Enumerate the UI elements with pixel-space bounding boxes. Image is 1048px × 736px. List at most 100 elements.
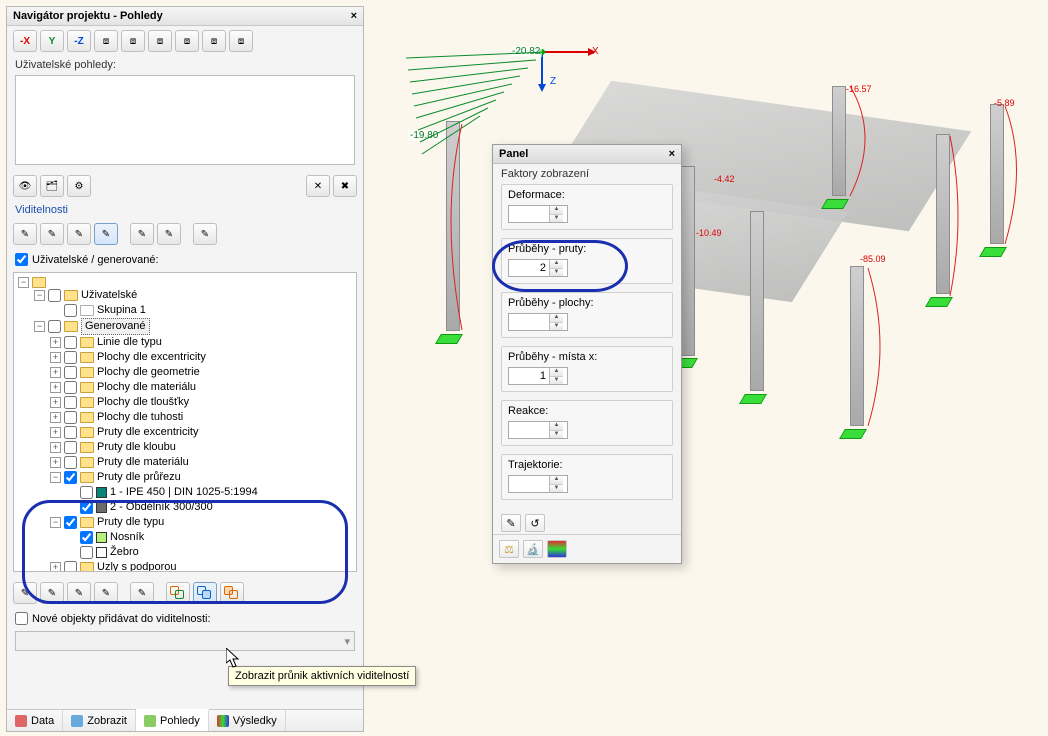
vis-tool-3[interactable]: ✎ [67, 223, 91, 245]
tree-label[interactable]: 1 - IPE 450 | DIN 1025-5:1994 [110, 485, 258, 500]
tree-checkbox[interactable] [64, 396, 77, 409]
expander-icon[interactable]: + [50, 457, 61, 468]
tree-checkbox[interactable] [64, 381, 77, 394]
expander-icon[interactable]: + [50, 352, 61, 363]
panel-close-icon[interactable]: × [669, 148, 675, 160]
view-btn-7[interactable]: ⧈ [175, 30, 199, 52]
tree-checkbox[interactable] [80, 486, 93, 499]
spin-up-icon[interactable]: ▲ [550, 476, 563, 485]
bottom-tool-union[interactable] [166, 582, 190, 604]
spin-up-icon[interactable]: ▲ [550, 368, 563, 377]
tree-label[interactable]: Skupina 1 [97, 303, 146, 318]
tree-label[interactable]: Generované [81, 318, 150, 335]
tab-pohledy[interactable]: Pohledy [136, 709, 209, 731]
expander-icon[interactable]: + [50, 442, 61, 453]
spin-down-icon[interactable]: ▼ [550, 215, 563, 223]
trajektorie-spinner[interactable]: ▲▼ [508, 475, 568, 493]
expander-icon[interactable]: − [34, 321, 45, 332]
view-btn-6[interactable]: ⧈ [148, 30, 172, 52]
userview-tool-deleteall[interactable]: ✖ [333, 175, 357, 197]
view-btn-5[interactable]: ⧈ [121, 30, 145, 52]
view-btn-9[interactable]: ⧈ [229, 30, 253, 52]
bottom-tool-5[interactable]: ✎ [130, 582, 154, 604]
spin-up-icon[interactable]: ▲ [550, 206, 563, 215]
tree-checkbox[interactable] [64, 456, 77, 469]
visibility-combo[interactable]: ▾ [15, 631, 355, 651]
vis-tool-1[interactable]: ✎ [13, 223, 37, 245]
tree-label[interactable]: Pruty dle materiálu [97, 455, 189, 470]
user-views-list[interactable] [15, 75, 355, 165]
tree-label[interactable]: Pruty dle excentricity [97, 425, 198, 440]
bottom-tool-intersect[interactable] [193, 582, 217, 604]
spin-up-icon[interactable]: ▲ [550, 314, 563, 323]
tree-label[interactable]: Uživatelské [81, 288, 137, 303]
expander-icon[interactable]: + [50, 382, 61, 393]
prubehy-mista-input[interactable] [509, 368, 549, 384]
tree-label[interactable]: Plochy dle excentricity [97, 350, 206, 365]
view-btn-2[interactable]: Y [40, 30, 64, 52]
tree-checkbox[interactable] [48, 289, 61, 302]
userview-tool-2[interactable]: 🗂 [40, 175, 64, 197]
expander-icon[interactable]: + [50, 412, 61, 423]
tree-checkbox[interactable] [64, 516, 77, 529]
tree-checkbox[interactable] [64, 366, 77, 379]
tree-label[interactable]: Pruty dle kloubu [97, 440, 176, 455]
user-generated-checkbox[interactable] [15, 253, 28, 266]
prubehy-mista-spinner[interactable]: ▲▼ [508, 367, 568, 385]
tab-data[interactable]: Data [7, 710, 63, 731]
prubehy-plochy-input[interactable] [509, 314, 549, 330]
vis-tool-2[interactable]: ✎ [40, 223, 64, 245]
spin-down-icon[interactable]: ▼ [550, 377, 563, 385]
vis-tool-5[interactable]: ✎ [130, 223, 154, 245]
deformace-input[interactable] [509, 206, 549, 222]
panel-tool-edit[interactable]: ✎ [501, 514, 521, 532]
spin-down-icon[interactable]: ▼ [550, 323, 563, 331]
expander-icon[interactable]: + [50, 367, 61, 378]
view-btn-4[interactable]: ⧈ [94, 30, 118, 52]
prubehy-pruty-spinner[interactable]: ▲▼ [508, 259, 568, 277]
tree-label[interactable]: Uzly s podporou [97, 560, 177, 572]
add-new-checkbox[interactable] [15, 612, 28, 625]
tree-label[interactable]: Plochy dle materiálu [97, 380, 196, 395]
tab-vysledky[interactable]: Výsledky [209, 710, 286, 731]
visibility-tree[interactable]: − − Uživatelské Skupina 1 − Generované + Li… [13, 272, 357, 572]
expander-icon[interactable]: + [50, 337, 61, 348]
tree-label[interactable]: Linie dle typu [97, 335, 162, 350]
expander-icon[interactable]: + [50, 562, 61, 572]
prubehy-pruty-input[interactable] [509, 260, 549, 276]
panel-bottom-3[interactable] [547, 540, 567, 558]
tree-checkbox[interactable] [80, 546, 93, 559]
tree-checkbox[interactable] [80, 531, 93, 544]
userview-tool-3[interactable]: ⚙ [67, 175, 91, 197]
userview-tool-1[interactable]: 👁 [13, 175, 37, 197]
vis-tool-6[interactable]: ✎ [157, 223, 181, 245]
bottom-tool-2[interactable]: ✎ [40, 582, 64, 604]
tree-checkbox[interactable] [64, 336, 77, 349]
tree-label[interactable]: Nosník [110, 530, 144, 545]
bottom-tool-1[interactable]: ✎ [13, 582, 37, 604]
spin-up-icon[interactable]: ▲ [550, 260, 563, 269]
vis-tool-4[interactable]: ✎ [94, 223, 118, 245]
tree-label[interactable]: Plochy dle tuhosti [97, 410, 183, 425]
tree-label[interactable]: Žebro [110, 545, 139, 560]
bottom-tool-4[interactable]: ✎ [94, 582, 118, 604]
userview-tool-delete[interactable]: ✕ [306, 175, 330, 197]
tree-checkbox[interactable] [64, 441, 77, 454]
spin-up-icon[interactable]: ▲ [550, 422, 563, 431]
tree-checkbox[interactable] [80, 501, 93, 514]
bottom-tool-3[interactable]: ✎ [67, 582, 91, 604]
tree-checkbox[interactable] [64, 471, 77, 484]
panel-bottom-2[interactable]: 🔬 [523, 540, 543, 558]
tree-label[interactable]: Pruty dle typu [97, 515, 164, 530]
vis-tool-7[interactable]: ✎ [193, 223, 217, 245]
bottom-tool-complement[interactable] [220, 582, 244, 604]
spin-down-icon[interactable]: ▼ [550, 269, 563, 277]
tree-checkbox[interactable] [64, 561, 77, 572]
spin-down-icon[interactable]: ▼ [550, 431, 563, 439]
prubehy-plochy-spinner[interactable]: ▲▼ [508, 313, 568, 331]
expander-icon[interactable]: − [18, 277, 29, 288]
reakce-input[interactable] [509, 422, 549, 438]
expander-icon[interactable]: − [50, 472, 61, 483]
trajektorie-input[interactable] [509, 476, 549, 492]
tree-label[interactable]: Plochy dle tloušťky [97, 395, 189, 410]
